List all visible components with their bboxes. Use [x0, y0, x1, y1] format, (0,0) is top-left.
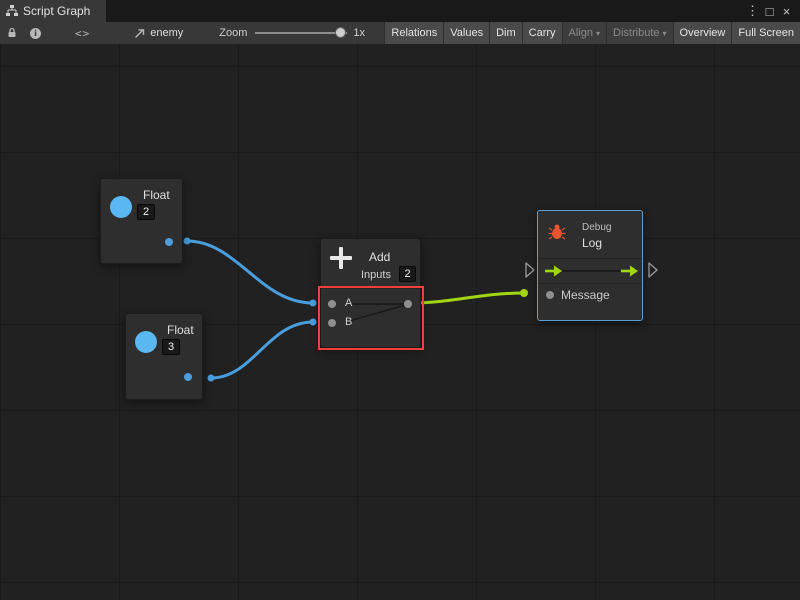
wire-endpoint	[310, 319, 317, 326]
selection-rectangle	[318, 286, 424, 350]
script-graph-icon	[6, 0, 18, 22]
chevron-down-icon: ▾	[663, 29, 667, 38]
zoom-slider[interactable]	[255, 22, 347, 44]
distribute-button[interactable]: Distribute▾	[606, 22, 672, 44]
debug-log-node[interactable]: Debug Log Message	[537, 210, 643, 321]
float-value-input[interactable]: 2	[137, 204, 155, 220]
float-icon	[135, 331, 157, 353]
graph-asset-icon	[134, 22, 146, 44]
wire-endpoint	[208, 375, 215, 382]
inputs-label: Inputs	[361, 269, 391, 281]
carry-button[interactable]: Carry	[522, 22, 562, 44]
toolbar: i <> enemy Zoom 1x Relations Values Dim …	[0, 22, 800, 44]
output-port[interactable]	[165, 238, 173, 246]
flow-row	[538, 211, 644, 322]
flow-in-arrow-icon	[554, 266, 562, 277]
float-node-1[interactable]: Float 2	[100, 178, 183, 264]
plus-icon	[330, 247, 352, 269]
full-screen-button[interactable]: Full Screen	[731, 22, 800, 44]
flow-out-arrow-icon	[630, 266, 638, 277]
wire-endpoint	[310, 300, 317, 307]
message-port[interactable]	[546, 291, 554, 299]
window-controls: ⋮ □ ×	[744, 0, 800, 22]
zoom-label: Zoom	[219, 27, 247, 39]
titlebar: Script Graph ⋮ □ ×	[0, 0, 800, 22]
toolbar-buttons: Relations Values Dim Carry Align▾ Distri…	[384, 22, 800, 44]
window-menu-button[interactable]: ⋮	[744, 3, 761, 19]
graph-canvas[interactable]: Float 2 Float 3 Add Inputs 2 A B	[0, 44, 800, 600]
tab-title: Script Graph	[23, 4, 90, 18]
dim-button[interactable]: Dim	[489, 22, 522, 44]
chevron-down-icon: ▾	[596, 29, 600, 38]
lock-icon[interactable]	[6, 22, 18, 44]
zoom-knob[interactable]	[335, 27, 346, 38]
wire-float2-to-add-b[interactable]	[211, 322, 313, 378]
float-value-input[interactable]: 3	[162, 339, 180, 355]
zoom-track	[255, 32, 347, 34]
overview-button[interactable]: Overview	[673, 22, 732, 44]
values-button[interactable]: Values	[443, 22, 489, 44]
float-icon	[110, 196, 132, 218]
node-title: Add	[369, 250, 390, 264]
script-graph-window: Script Graph ⋮ □ × i <> enemy Zoom	[0, 0, 800, 44]
relations-button[interactable]: Relations	[384, 22, 443, 44]
message-label: Message	[561, 288, 610, 302]
wire-endpoint	[184, 238, 191, 245]
flow-port-right-icon[interactable]	[649, 263, 657, 277]
wire-add-to-message[interactable]	[411, 293, 524, 303]
wire-endpoint	[520, 289, 528, 297]
divider	[538, 283, 642, 284]
info-icon[interactable]: i	[30, 22, 41, 44]
node-title: Float	[143, 188, 170, 202]
maximize-button[interactable]: □	[761, 4, 778, 19]
graph-name[interactable]: enemy	[150, 27, 183, 39]
inputs-count-input[interactable]: 2	[399, 266, 416, 282]
tab-script-graph[interactable]: Script Graph	[0, 0, 106, 22]
node-title: Float	[167, 323, 194, 337]
flow-port-left-icon[interactable]	[526, 263, 534, 277]
code-icon[interactable]: <>	[75, 22, 90, 44]
float-node-2[interactable]: Float 3	[125, 313, 203, 400]
zoom-value: 1x	[353, 27, 365, 39]
wire-float1-to-add-a[interactable]	[187, 241, 313, 303]
align-button[interactable]: Align▾	[562, 22, 606, 44]
output-port[interactable]	[184, 373, 192, 381]
close-button[interactable]: ×	[778, 4, 795, 19]
